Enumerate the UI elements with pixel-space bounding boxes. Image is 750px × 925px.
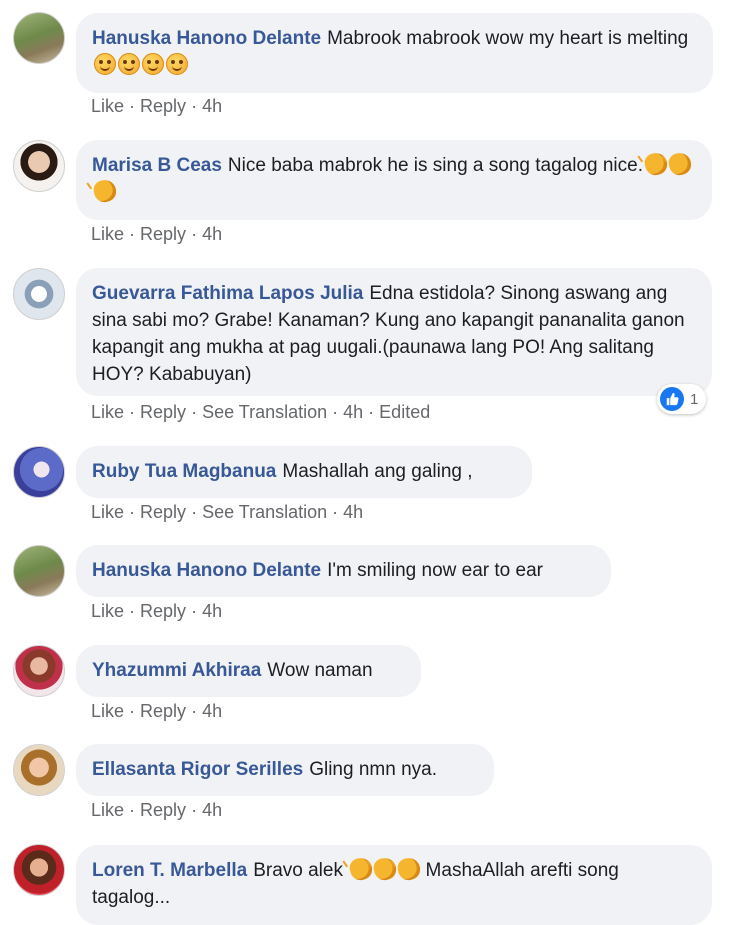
- reaction-count[interactable]: 1: [657, 384, 707, 414]
- comment-text: Gling nmn nya.: [309, 759, 437, 780]
- comment-actions: Like · Reply · 4h: [91, 601, 223, 621]
- comment-actions: Like · Reply · 4h: [91, 96, 223, 116]
- avatar[interactable]: [13, 645, 65, 697]
- comment-bubble: Marisa B Ceas Nice baba mabrok he is sing…: [76, 140, 712, 220]
- clapping-hands-icon: [666, 150, 694, 178]
- comment-author[interactable]: Hanuska Hanono Delante: [92, 560, 321, 581]
- comment-bubble: Yhazummi Akhiraa Wow naman: [76, 645, 421, 697]
- avatar[interactable]: [13, 268, 65, 320]
- like-link[interactable]: Like: [91, 224, 124, 244]
- reply-link[interactable]: Reply: [140, 224, 186, 244]
- comment-bubble: Hanuska Hanono Delante I'm smiling now ea…: [76, 545, 611, 597]
- comment-bubble: Ellasanta Rigor Serilles Gling nmn nya.: [76, 744, 494, 796]
- comment-author[interactable]: Loren T. Marbella: [92, 860, 247, 881]
- comment-actions: Like · Reply · See Translation · 4h: [91, 502, 364, 522]
- see-translation-link[interactable]: See Translation: [202, 402, 327, 422]
- smile-icon: [94, 53, 116, 75]
- reply-link[interactable]: Reply: [140, 402, 186, 422]
- comment-author[interactable]: Yhazummi Akhiraa: [92, 660, 261, 681]
- comment-text: Bravo alek: [253, 860, 343, 881]
- like-link[interactable]: Like: [91, 96, 124, 116]
- timestamp[interactable]: 4h: [202, 224, 222, 244]
- reaction-number: 1: [690, 390, 699, 408]
- clapping-hands-icon: [91, 177, 119, 205]
- like-link[interactable]: Like: [91, 601, 124, 621]
- like-link[interactable]: Like: [91, 800, 124, 820]
- avatar[interactable]: [13, 12, 65, 64]
- timestamp[interactable]: 4h: [202, 96, 222, 116]
- comment-text: Nice baba mabrok he is sing a song tagal…: [227, 155, 643, 176]
- edited-label[interactable]: Edited: [379, 402, 430, 422]
- comment-text: Mabrook mabrook wow my heart is melting: [327, 28, 689, 49]
- timestamp[interactable]: 4h: [343, 502, 363, 522]
- avatar[interactable]: [13, 545, 65, 597]
- comment-bubble: Ruby Tua Magbanua Mashallah ang galing ,: [76, 446, 532, 498]
- comment-bubble: Hanuska Hanono Delante Mabrook mabrook wo…: [76, 13, 713, 93]
- smile-icon: [118, 53, 140, 75]
- comment-actions: Like · Reply · See Translation · 4h · Edited: [91, 402, 431, 422]
- avatar[interactable]: [13, 140, 65, 192]
- timestamp[interactable]: 4h: [202, 800, 222, 820]
- timestamp[interactable]: 4h: [202, 601, 222, 621]
- see-translation-link[interactable]: See Translation: [202, 502, 327, 522]
- comment-author[interactable]: Ellasanta Rigor Serilles: [92, 759, 303, 780]
- comment-author[interactable]: Hanuska Hanono Delante: [92, 28, 321, 49]
- comment-bubble: Guevarra Fathima Lapos Julia Edna estidol…: [76, 268, 712, 396]
- smile-icon: [166, 53, 188, 75]
- avatar[interactable]: [13, 844, 65, 896]
- reply-link[interactable]: Reply: [140, 601, 186, 621]
- reply-link[interactable]: Reply: [140, 800, 186, 820]
- avatar[interactable]: [13, 744, 65, 796]
- comment-text: I'm smiling now ear to ear: [327, 560, 543, 581]
- like-link[interactable]: Like: [91, 701, 124, 721]
- clapping-hands-icon: [395, 855, 423, 883]
- comment-author[interactable]: Guevarra Fathima Lapos Julia: [92, 283, 363, 304]
- timestamp[interactable]: 4h: [202, 701, 222, 721]
- reply-link[interactable]: Reply: [140, 701, 186, 721]
- like-link[interactable]: Like: [91, 502, 124, 522]
- comment-actions: Like · Reply · 4h: [91, 224, 223, 244]
- comment-actions: Like · Reply · 4h: [91, 800, 223, 820]
- smile-icon: [142, 53, 164, 75]
- comment-author[interactable]: Ruby Tua Magbanua: [92, 461, 276, 482]
- comment-text: Mashallah ang galing ,: [282, 461, 473, 482]
- timestamp[interactable]: 4h: [343, 402, 363, 422]
- reply-link[interactable]: Reply: [140, 502, 186, 522]
- like-link[interactable]: Like: [91, 402, 124, 422]
- comment-author[interactable]: Marisa B Ceas: [92, 155, 222, 176]
- reply-link[interactable]: Reply: [140, 96, 186, 116]
- avatar[interactable]: [13, 446, 65, 498]
- comment-bubble: Loren T. Marbella Bravo alek MashaAllah a…: [76, 845, 712, 925]
- comment-actions: Like · Reply · 4h: [91, 701, 223, 721]
- comment-text: Wow naman: [267, 660, 373, 681]
- thumbs-up-icon: [660, 387, 684, 411]
